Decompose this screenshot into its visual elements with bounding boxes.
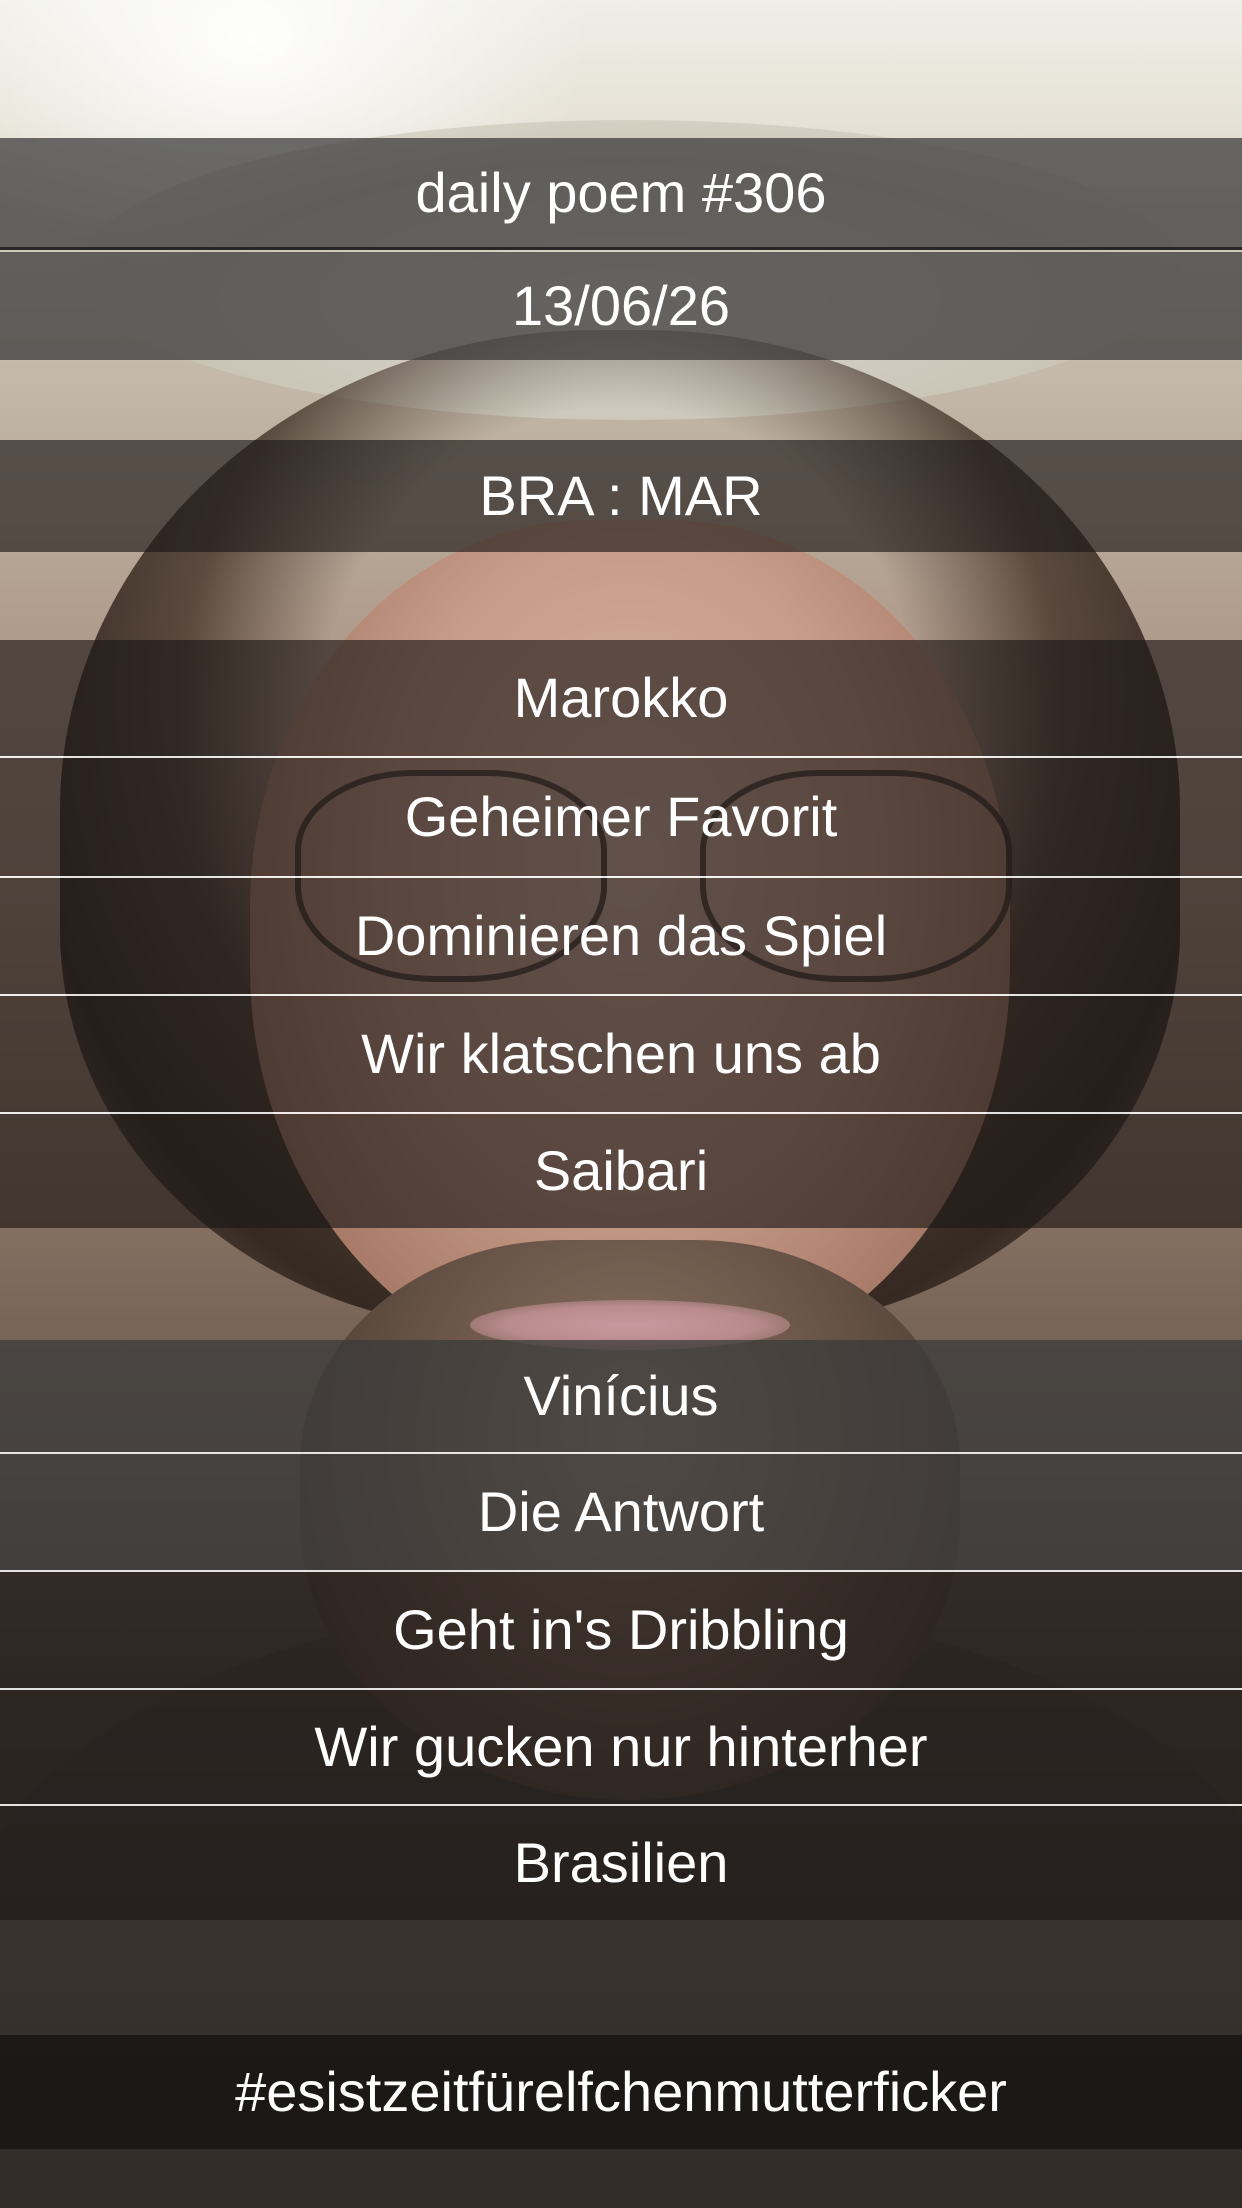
poem-line: Die Antwort [477,1480,765,1543]
poem-line-band: Die Antwort [0,1454,1242,1570]
hashtag-band: #esistzeitfürelfchenmutterficker [0,2035,1242,2149]
poem-line-band: Geht in's Dribbling [0,1572,1242,1688]
poem-line-band: Saibari [0,1114,1242,1228]
poem-line: Vinícius [523,1364,719,1427]
poem-line: Wir gucken nur hinterher [314,1715,928,1778]
poem-line: Geht in's Dribbling [393,1598,849,1661]
poem-title-band: daily poem #306 [0,138,1242,247]
poem-line-band: Wir gucken nur hinterher [0,1690,1242,1804]
poem-line: Saibari [533,1139,709,1202]
poem-line: Wir klatschen uns ab [361,1022,881,1085]
poem-line-band: Brasilien [0,1806,1242,1920]
poem-line: Marokko [513,666,729,729]
poem-line: Dominieren das Spiel [354,904,888,967]
poem-line-band: Vinícius [0,1340,1242,1452]
hashtag: #esistzeitfürelfchenmutterficker [235,2060,1007,2123]
title-divider [0,247,1242,250]
poem-date-band: 13/06/26 [0,252,1242,360]
poem-line-band: Geheimer Favorit [0,758,1242,876]
match-band: BRA : MAR [0,440,1242,552]
poem-date: 13/06/26 [512,274,730,337]
poem-line-band: Marokko [0,640,1242,756]
poem-line: Geheimer Favorit [404,785,838,848]
poem-line: Brasilien [513,1831,729,1894]
poem-line-band: Dominieren das Spiel [0,878,1242,994]
poem-title: daily poem #306 [415,160,827,224]
poem-line-band: Wir klatschen uns ab [0,996,1242,1112]
match-label: BRA : MAR [479,464,763,527]
